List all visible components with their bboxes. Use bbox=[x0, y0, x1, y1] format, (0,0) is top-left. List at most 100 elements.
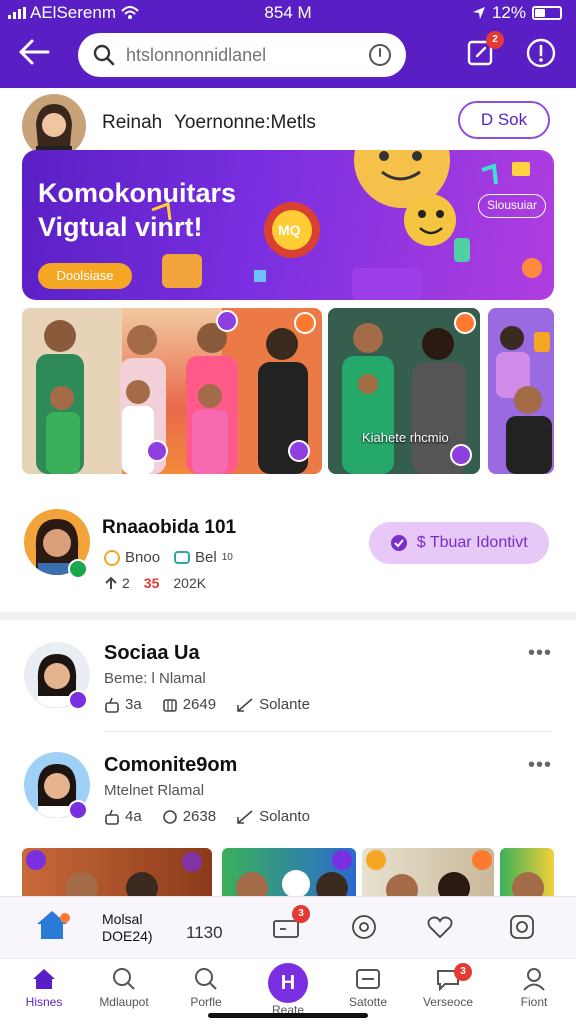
list-item-views: 2649 bbox=[182, 696, 217, 713]
nav-search[interactable]: Mdlaupot bbox=[88, 967, 160, 1009]
list-item-action: Solanto bbox=[259, 808, 310, 825]
media-icon bbox=[356, 969, 380, 989]
action-line2: DOE24) bbox=[102, 928, 153, 944]
banner-center-text: MQ bbox=[278, 222, 301, 238]
message-button[interactable]: 3 bbox=[272, 905, 310, 941]
banner-cta-button[interactable]: Doolsiase bbox=[38, 263, 132, 289]
photo-family-group[interactable] bbox=[22, 308, 322, 474]
info-button[interactable] bbox=[525, 37, 559, 71]
action-count: 1130 bbox=[186, 923, 223, 942]
photo-caption: Kiahete rhcmio bbox=[362, 430, 449, 445]
row-divider bbox=[104, 731, 552, 732]
action-line1: Molsal bbox=[102, 911, 143, 927]
views-icon bbox=[162, 809, 177, 824]
list-item[interactable]: Comonite9om Mtelnet Rlamal 4a 2638 Solan… bbox=[0, 742, 576, 846]
search-icon bbox=[195, 968, 217, 990]
photo-couple[interactable]: Kiahete rhcmio bbox=[328, 308, 480, 474]
send-icon bbox=[237, 809, 253, 824]
promo-banner[interactable]: Komokonuitars Vigtual vinrt! Doolsiase S… bbox=[22, 150, 554, 300]
list-item-subtitle: Mtelnet Rlamal bbox=[104, 782, 205, 799]
user-icon bbox=[523, 968, 545, 991]
like-icon bbox=[105, 697, 119, 713]
featured-user[interactable]: Rnaaobida 101 Bnoo Bel 10 2 35 202K $ Tb… bbox=[0, 505, 576, 605]
list-item-name: Sociaa Ua bbox=[104, 642, 200, 664]
list-item-views: 2638 bbox=[182, 808, 217, 825]
profile-row: Reinah Yoernonne:Metls D Sok bbox=[0, 90, 576, 158]
home-icon bbox=[33, 969, 55, 989]
photo-badge-icon bbox=[216, 310, 238, 332]
search-input[interactable] bbox=[126, 44, 368, 66]
send-icon bbox=[237, 697, 253, 712]
list-item-likes: 3a bbox=[125, 696, 142, 713]
nav-profile[interactable]: Porfle bbox=[170, 967, 242, 1009]
nav-status[interactable]: Satotte bbox=[332, 967, 404, 1009]
photo-image bbox=[22, 308, 322, 474]
thumbnail-image bbox=[26, 850, 202, 900]
nav-create[interactable]: H Reate bbox=[252, 963, 324, 1017]
featured-stat-a: 2 bbox=[122, 575, 130, 591]
nav-home[interactable]: Hisnes bbox=[8, 967, 80, 1009]
status-bar: AElSerenm 854 M 12% bbox=[0, 0, 576, 26]
thumbnail[interactable] bbox=[222, 848, 356, 900]
more-options-icon[interactable]: ••• bbox=[528, 642, 552, 665]
profile-action-button[interactable]: D Sok bbox=[458, 101, 550, 139]
profile-name: Reinah bbox=[102, 112, 163, 133]
banner-tag[interactable]: Slousuiar bbox=[478, 194, 546, 218]
camera-icon[interactable] bbox=[508, 913, 536, 941]
back-arrow-icon[interactable] bbox=[18, 38, 52, 68]
like-icon bbox=[105, 809, 119, 825]
search-icon bbox=[93, 44, 115, 66]
featured-meta-b-sup: 10 bbox=[221, 552, 233, 563]
location-icon bbox=[472, 7, 485, 19]
featured-follow-button[interactable]: $ Tbuar Idontivt bbox=[369, 522, 549, 564]
heart-icon[interactable] bbox=[426, 913, 454, 941]
photo-badge-icon bbox=[454, 312, 476, 334]
list-item-likes: 4a bbox=[125, 808, 142, 825]
list-item-subtitle: Beme: l Nlamal bbox=[104, 670, 206, 687]
list-item-action: Solante bbox=[259, 696, 310, 713]
thumbnail[interactable] bbox=[22, 848, 212, 900]
thumbnail[interactable] bbox=[500, 848, 554, 900]
nav-messages[interactable]: 3 Verseoce bbox=[412, 963, 484, 1009]
list-item-name: Comonite9om bbox=[104, 754, 238, 776]
thumbnail-image bbox=[366, 850, 492, 900]
info-circle-icon bbox=[526, 38, 556, 68]
featured-stat-b: 202K bbox=[173, 575, 207, 591]
views-icon bbox=[162, 698, 177, 712]
explore-icon[interactable] bbox=[350, 913, 378, 941]
featured-meta-b: Bel bbox=[195, 549, 217, 566]
heart-check-icon bbox=[391, 534, 408, 551]
list-item[interactable]: Sociaa Ua Beme: l Nlamal 3a 2649 Solante… bbox=[0, 630, 576, 734]
create-icon: H bbox=[268, 963, 308, 1003]
app-header: AElSerenm 854 M 12% 2 bbox=[0, 0, 576, 88]
share-action[interactable]: Solante bbox=[236, 696, 310, 713]
action-bar: Molsal DOE24) 1130 3 bbox=[0, 896, 576, 958]
banner-title: Komokonuitars Vigtual vinrt! bbox=[38, 178, 237, 242]
messages-badge: 3 bbox=[454, 963, 472, 981]
home-icon[interactable] bbox=[34, 909, 70, 941]
online-badge-icon bbox=[68, 690, 88, 710]
photo-badge-icon bbox=[288, 440, 310, 462]
photo-kids[interactable] bbox=[488, 308, 554, 474]
share-action[interactable]: Solanto bbox=[236, 808, 310, 825]
search-bar[interactable] bbox=[78, 33, 406, 77]
nav-account[interactable]: Fiont bbox=[498, 967, 570, 1009]
section-divider bbox=[0, 612, 576, 620]
battery-percent: 12% bbox=[491, 3, 526, 22]
thumbnail-image bbox=[512, 872, 544, 900]
compass-icon[interactable] bbox=[368, 43, 392, 67]
coin-icon bbox=[104, 549, 120, 566]
more-options-icon[interactable]: ••• bbox=[528, 754, 552, 777]
search-icon bbox=[113, 968, 135, 990]
featured-meta-a: Bnoo bbox=[125, 549, 161, 566]
compose-badge: 2 bbox=[486, 31, 504, 49]
message-badge: 3 bbox=[292, 905, 310, 923]
avatar[interactable] bbox=[22, 94, 86, 158]
compose-button[interactable]: 2 bbox=[466, 31, 504, 71]
home-indicator bbox=[208, 1013, 368, 1018]
battery-icon bbox=[532, 6, 562, 20]
photo-badge-icon bbox=[294, 312, 316, 334]
profile-subtitle: Yoernonne:Metls bbox=[174, 112, 316, 133]
thumbnail[interactable] bbox=[362, 848, 494, 900]
chat-icon bbox=[174, 550, 191, 564]
